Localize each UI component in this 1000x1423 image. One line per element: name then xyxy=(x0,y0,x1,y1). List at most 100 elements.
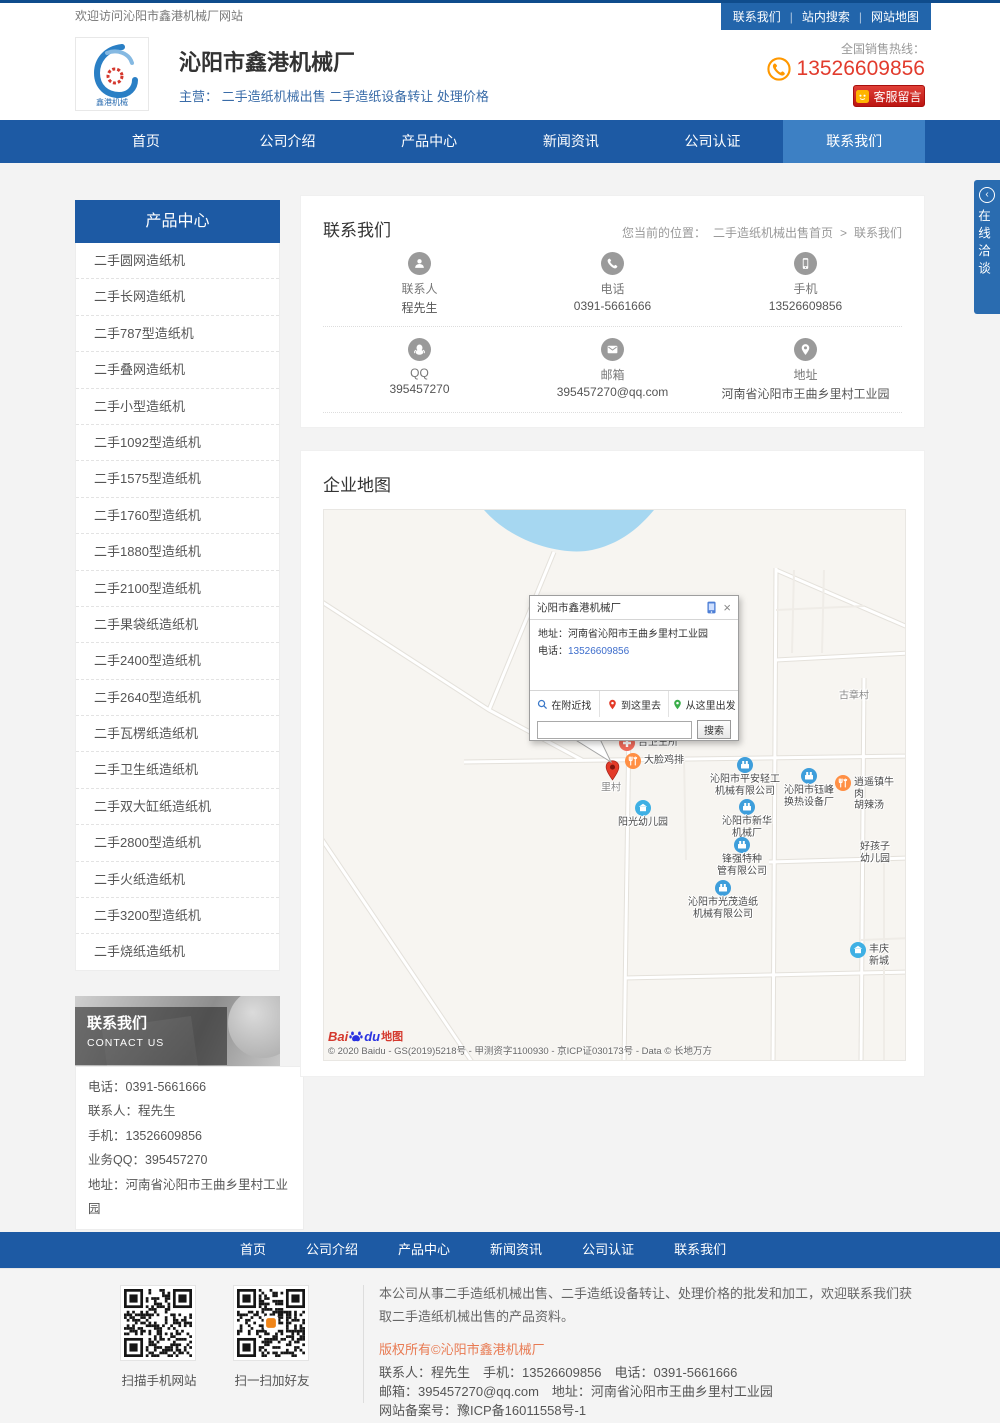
baidu-logo-map-word: 地图 xyxy=(381,1028,403,1044)
infowindow-search-input[interactable] xyxy=(537,721,692,739)
breadcrumb-home-link[interactable]: 二手造纸机械出售首页 xyxy=(713,224,833,241)
infowindow-actions: 在附近找到这里去 从这里出发 xyxy=(530,690,738,717)
product-category-link[interactable]: 二手1760型造纸机 xyxy=(76,498,279,534)
infowindow-action[interactable]: 从这里出发 xyxy=(668,691,738,717)
infowindow-phone-label: 电话： xyxy=(538,646,568,657)
company-location-marker[interactable] xyxy=(605,760,620,781)
map-poi[interactable]: 大脸鸡排 xyxy=(625,753,684,769)
baidu-logo-du: du xyxy=(364,1029,380,1044)
map-poi[interactable]: 沁阳市钰峰 换热设备厂 xyxy=(784,768,834,808)
product-category-link[interactable]: 二手烧纸造纸机 xyxy=(76,934,279,969)
send-to-phone-icon[interactable] xyxy=(707,601,716,614)
contact-info-box: 联系我们 您当前的位置： 二手造纸机械出售首页 > 联系我们 联系人程先生电话0… xyxy=(300,195,925,428)
topbar-link[interactable]: 联系我们 xyxy=(733,8,781,25)
contact-card-label: 地址 xyxy=(709,366,902,383)
poi-label: 沁阳市光茂造纸 机械有限公司 xyxy=(688,897,758,920)
product-category-link[interactable]: 二手787型造纸机 xyxy=(76,316,279,352)
poi-food-icon xyxy=(625,753,641,769)
product-category-link[interactable]: 二手火纸造纸机 xyxy=(76,862,279,898)
product-category-link[interactable]: 二手2400型造纸机 xyxy=(76,643,279,679)
pin-icon xyxy=(794,338,817,361)
poi-school-icon xyxy=(850,942,866,958)
sidebar-contact-line: 电话：0391-5661666 xyxy=(88,1075,291,1099)
footer: 扫描手机网站 扫一扫加好友 本公司从事二手造纸机械出售、二手造纸设备转让、处理价… xyxy=(0,1268,1000,1423)
poi-label: 沁阳市平安轻工 机械有限公司 xyxy=(710,774,780,797)
contact-card-value: 395457270 xyxy=(323,382,516,396)
page: 欢迎访问沁阳市鑫港机械厂网站 联系我们|站内搜索|网站地图 鑫港机械 沁阳市鑫港… xyxy=(0,0,1000,1423)
nav-item[interactable]: 公司介绍 xyxy=(217,120,359,163)
sidebar-contact-banner: 联系我们 CONTACT US xyxy=(75,996,280,1066)
poi-label: 逍遥镇牛肉 胡辣汤 xyxy=(854,777,897,812)
product-category-link[interactable]: 二手小型造纸机 xyxy=(76,389,279,425)
product-category-link[interactable]: 二手1880型造纸机 xyxy=(76,534,279,570)
footer-nav-item[interactable]: 公司介绍 xyxy=(306,1232,358,1268)
footer-nav-item[interactable]: 联系我们 xyxy=(674,1232,726,1268)
company-name: 沁阳市鑫港机械厂 xyxy=(179,45,489,77)
contact-card-pin: 地址河南省沁阳市王曲乡里村工业园 xyxy=(709,338,902,402)
map-poi[interactable]: 逍遥镇牛肉 胡辣汤 xyxy=(835,775,897,812)
map-poi[interactable]: 阳光幼儿园 xyxy=(618,800,668,829)
product-category-link[interactable]: 二手果袋纸造纸机 xyxy=(76,607,279,643)
footer-nav-item[interactable]: 新闻资讯 xyxy=(490,1232,542,1268)
product-category-link[interactable]: 二手2800型造纸机 xyxy=(76,825,279,861)
contact-card-label: 手机 xyxy=(709,280,902,297)
nav-item[interactable]: 首页 xyxy=(75,120,217,163)
infowindow-title: 沁阳市鑫港机械厂 xyxy=(537,600,707,615)
nav-item[interactable]: 联系我们 xyxy=(783,120,925,163)
footer-nav-item[interactable]: 公司认证 xyxy=(582,1232,634,1268)
map-infowindow: 沁阳市鑫港机械厂 × 地址：河南省沁阳市王曲乡里村工业园 电话：13526609… xyxy=(529,595,739,741)
qr-add-friend-image xyxy=(233,1285,309,1361)
product-category-link[interactable]: 二手1575型造纸机 xyxy=(76,461,279,497)
contact-card-value: 0391-5661666 xyxy=(516,299,709,313)
map-poi[interactable]: 沁阳市平安轻工 机械有限公司 xyxy=(710,757,780,797)
poi-factory-icon xyxy=(739,799,755,815)
product-category-link[interactable]: 二手长网造纸机 xyxy=(76,279,279,315)
infowindow-search-button[interactable]: 搜索 xyxy=(697,720,731,739)
nav-item[interactable]: 公司认证 xyxy=(642,120,784,163)
contact-card-value: 河南省沁阳市王曲乡里村工业园 xyxy=(709,385,902,402)
map-poi[interactable]: 好孩子幼儿园 xyxy=(860,842,890,865)
product-category-link[interactable]: 二手卫生纸造纸机 xyxy=(76,752,279,788)
footer-nav-item[interactable]: 首页 xyxy=(240,1232,266,1268)
product-category-link[interactable]: 二手2100型造纸机 xyxy=(76,571,279,607)
topbar-link[interactable]: 网站地图 xyxy=(871,8,919,25)
map-poi[interactable]: 沁阳市光茂造纸 机械有限公司 xyxy=(688,880,758,920)
nav-item[interactable]: 新闻资讯 xyxy=(500,120,642,163)
contact-card-value: 程先生 xyxy=(323,299,516,316)
product-category-link[interactable]: 二手2640型造纸机 xyxy=(76,680,279,716)
qr-add-friend-label: 扫一扫加好友 xyxy=(233,1370,311,1389)
map-poi[interactable]: 锋强特种 管有限公司 xyxy=(717,837,767,877)
poi-school-icon xyxy=(635,800,651,816)
company-map[interactable]: 古章村吉卫生所大脸鸡排里村沁阳市平安轻工 机械有限公司沁阳市钰峰 换热设备厂逍遥… xyxy=(323,509,906,1061)
footer-description: 本公司从事二手造纸机械出售、二手造纸设备转让、处理价格的批发和加工，欢迎联系我们… xyxy=(379,1282,924,1328)
nav-item[interactable]: 产品中心 xyxy=(358,120,500,163)
product-category-link[interactable]: 二手叠网造纸机 xyxy=(76,352,279,388)
online-chat-tab[interactable]: ‹ 在线洽谈 xyxy=(974,180,1000,314)
qr-add-friend: 扫一扫加好友 xyxy=(233,1285,311,1389)
map-poi[interactable]: 里村 xyxy=(601,782,621,794)
infowindow-close-icon[interactable]: × xyxy=(723,601,731,614)
map-poi[interactable]: 古章村 xyxy=(839,690,869,702)
product-category-link[interactable]: 二手双大缸纸造纸机 xyxy=(76,789,279,825)
phone-icon xyxy=(766,56,792,82)
footer-nav-item[interactable]: 产品中心 xyxy=(398,1232,450,1268)
infowindow-action[interactable]: 到这里去 xyxy=(599,691,669,717)
welcome-text: 欢迎访问沁阳市鑫港机械厂网站 xyxy=(75,3,243,30)
map-poi[interactable]: 沁阳市新华 机械厂 xyxy=(722,799,772,839)
infowindow-action-label: 从这里出发 xyxy=(686,697,736,712)
customer-message-button[interactable]: 客服留言 xyxy=(853,85,925,107)
contact-card-mail: 邮箱395457270@qq.com xyxy=(516,338,709,402)
infowindow-action[interactable]: 在附近找 xyxy=(530,691,599,717)
map-poi[interactable]: 丰庆新城 xyxy=(850,942,897,967)
product-category-link[interactable]: 二手圆网造纸机 xyxy=(76,243,279,279)
contact-card-label: 邮箱 xyxy=(516,366,709,383)
company-logo: 鑫港机械 xyxy=(75,37,149,111)
online-chat-label: 在线洽谈 xyxy=(974,209,993,279)
poi-label: 大脸鸡排 xyxy=(644,755,684,767)
topbar-link[interactable]: 站内搜索 xyxy=(802,8,850,25)
product-category-link[interactable]: 二手瓦楞纸造纸机 xyxy=(76,716,279,752)
topbar-separator: | xyxy=(790,10,793,24)
product-category-link[interactable]: 二手3200型造纸机 xyxy=(76,898,279,934)
product-category-link[interactable]: 二手1092型造纸机 xyxy=(76,425,279,461)
topbar: 欢迎访问沁阳市鑫港机械厂网站 联系我们|站内搜索|网站地图 xyxy=(0,0,1000,30)
